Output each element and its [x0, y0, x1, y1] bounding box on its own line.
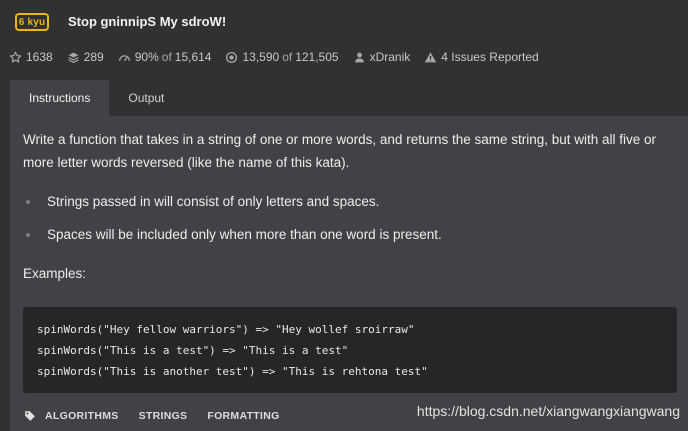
requirements-list: Strings passed in will consist of only l…	[26, 191, 442, 257]
code-line: spinWords("Hey fellow warriors") => "Hey…	[37, 323, 415, 336]
list-item-text: Strings passed in will consist of only l…	[47, 194, 380, 209]
tag-algorithms[interactable]: ALGORITHMS	[45, 410, 119, 422]
satisfaction-of: of	[161, 50, 172, 64]
warning-icon	[424, 51, 437, 64]
stars-stat[interactable]: 1638	[9, 50, 53, 64]
kata-description: Write a function that takes in a string …	[23, 132, 657, 170]
kata-title[interactable]: Stop gninnipS My sdroW!	[68, 14, 226, 29]
list-item: Spaces will be included only when more t…	[26, 224, 442, 257]
bullet-icon	[26, 233, 30, 237]
tab-bar: Instructions Output	[10, 80, 183, 116]
code-line: spinWords("This is another test") => "Th…	[37, 365, 428, 378]
tag-list: ALGORITHMS STRINGS FORMATTING	[24, 410, 300, 422]
list-item: Strings passed in will consist of only l…	[26, 191, 442, 224]
watermark: https://blog.csdn.net/xiangwangxiangwang	[416, 403, 680, 419]
satisfaction-stat: 90% of 15,614	[118, 50, 212, 64]
tag-strings[interactable]: STRINGS	[139, 410, 188, 422]
user-icon	[353, 51, 366, 64]
author-stat[interactable]: xDranik	[353, 50, 411, 64]
stars-count: 1638	[26, 50, 53, 64]
author-name[interactable]: xDranik	[370, 50, 411, 64]
collections-count: 289	[83, 50, 104, 64]
collections-stat[interactable]: 289	[67, 50, 104, 64]
examples-heading: Examples:	[23, 266, 87, 281]
tab-output[interactable]: Output	[109, 80, 183, 116]
code-line: spinWords("This is a test") => "This is …	[37, 344, 349, 357]
list-item-text: Spaces will be included only when more t…	[47, 227, 442, 242]
star-icon	[9, 51, 22, 64]
satisfaction-total: 15,614	[174, 50, 212, 64]
issues-label[interactable]: 4 Issues Reported	[441, 50, 538, 64]
rank-badge: 6 kyu	[15, 13, 49, 31]
stats-bar: 1638 289 90% of 15,614 13,590 of 121,505	[9, 50, 553, 64]
completed-total: 121,505	[295, 50, 339, 64]
gauge-icon	[118, 51, 131, 64]
code-block: spinWords("Hey fellow warriors") => "Hey…	[23, 307, 677, 393]
bullet-icon	[26, 200, 30, 204]
completed-stat: 13,590 of 121,505	[225, 50, 339, 64]
completed-of: of	[282, 50, 293, 64]
completed-count: 13,590	[242, 50, 280, 64]
instructions-panel: Write a function that takes in a string …	[10, 116, 688, 431]
issues-stat[interactable]: 4 Issues Reported	[424, 50, 539, 64]
tab-instructions[interactable]: Instructions	[10, 80, 110, 116]
target-icon	[225, 51, 238, 64]
kata-header: 6 kyu Stop gninnipS My sdroW! 1638 289 9…	[0, 0, 688, 80]
tag-formatting[interactable]: FORMATTING	[207, 410, 279, 422]
satisfaction-percent: 90%	[134, 50, 159, 64]
layers-icon	[67, 51, 80, 64]
tag-icon	[24, 410, 36, 422]
